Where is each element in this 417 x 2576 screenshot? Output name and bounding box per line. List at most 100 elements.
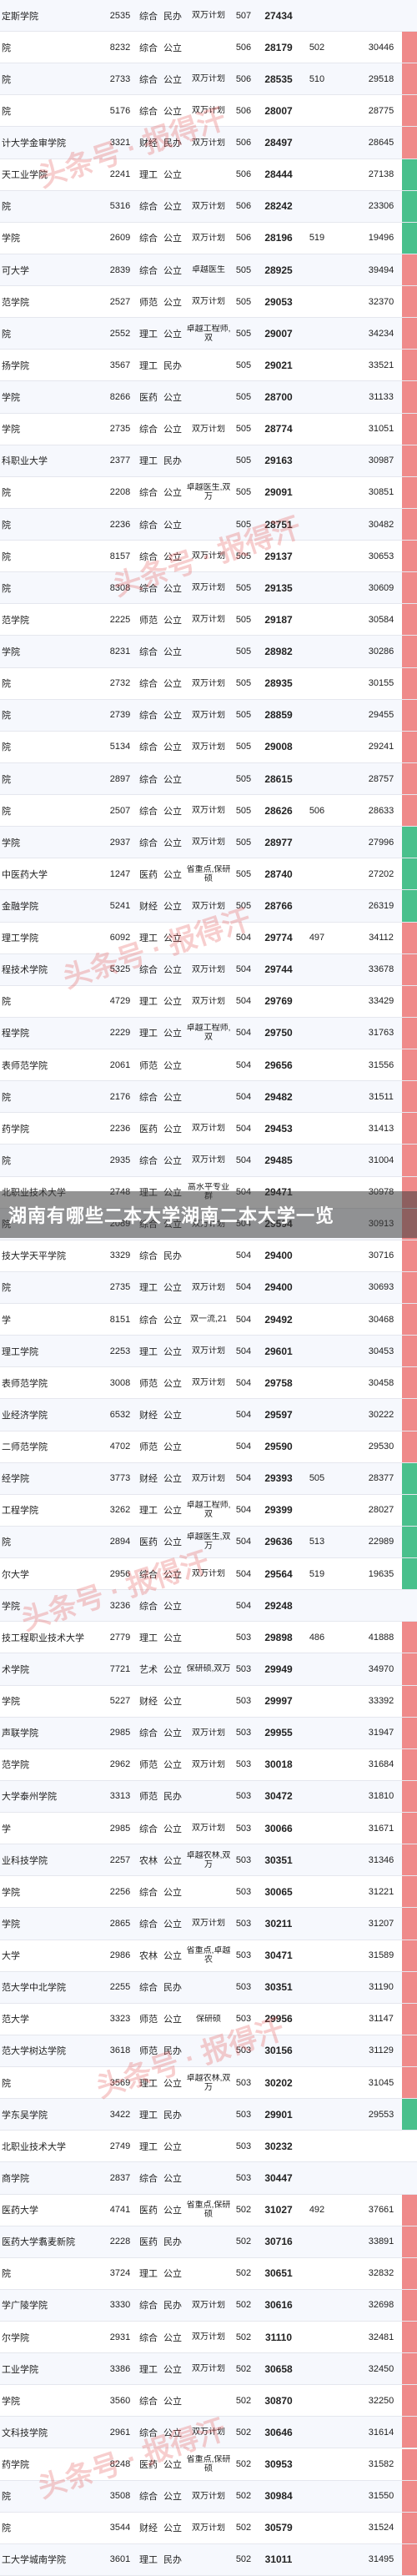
min-rank-cell: 29053 — [264, 295, 293, 308]
school-nature-cell: 公立 — [163, 1951, 182, 1962]
school-nature-cell: 民办 — [163, 1792, 182, 1803]
trend-flag — [402, 508, 417, 541]
min-rank-cell: 28766 — [264, 900, 293, 912]
min-score-cell: 504 — [235, 1568, 252, 1579]
school-type-cell: 师范 — [139, 297, 158, 308]
school-name-cell: 表师范学院 — [2, 1378, 48, 1389]
school-name-cell: 理工学院 — [2, 1346, 38, 1357]
prev-rank-cell: 33392 — [368, 1696, 394, 1707]
school-type-cell: 综合 — [139, 425, 158, 435]
prev-rank-cell: 29455 — [368, 710, 394, 721]
min-rank-cell: 30472 — [264, 1790, 293, 1803]
school-nature-cell: 公立 — [163, 1855, 182, 1866]
table-row: 院 8232 综合 公立 506 28179 502 30446 — [0, 32, 417, 64]
school-nature-cell: 公立 — [163, 2332, 182, 2343]
school-type-cell: 理工 — [139, 360, 158, 371]
school-name-cell: 院 — [2, 551, 11, 562]
min-score-cell: 504 — [235, 1123, 252, 1134]
table-row: 院 5134 综合 公立 双万计划 505 29008 29241 — [0, 731, 417, 763]
school-code-cell: 2779 — [109, 1632, 131, 1643]
school-tag-cell: 双万计划 — [192, 2300, 225, 2310]
table-row: 业科技学院 2257 农林 公立 卓越农林,双万 503 30351 31346 — [0, 1844, 417, 1877]
school-code-cell: 3330 — [109, 2300, 131, 2311]
school-code-cell: 2739 — [109, 710, 131, 721]
school-type-cell: 医药 — [139, 869, 158, 880]
table-row: 扬学院 3567 理工 民办 505 29021 33521 — [0, 350, 417, 382]
prev-rank-cell: 31556 — [368, 1059, 394, 1070]
school-type-cell: 综合 — [139, 1315, 158, 1326]
min-score-cell: 505 — [235, 678, 252, 689]
prev-rank-cell: 23306 — [368, 201, 394, 212]
school-type-cell: 综合 — [139, 583, 158, 594]
prev-rank-cell: 33521 — [368, 360, 394, 370]
school-type-cell: 综合 — [139, 2332, 158, 2343]
school-name-cell: 范大学中北学院 — [2, 1983, 66, 1994]
table-row: 科职业大学 2377 理工 民办 505 29163 30987 — [0, 445, 417, 477]
school-name-cell: 院 — [2, 1283, 11, 1294]
school-code-cell: 2985 — [109, 1728, 131, 1738]
min-score-cell: 506 — [235, 169, 252, 180]
school-tag-cell: 双万计划 — [192, 996, 225, 1006]
table-row: 经学院 3773 财经 公立 双万计划 504 29393 505 28377 — [0, 1462, 417, 1495]
prev-rank-cell: 32370 — [368, 296, 394, 307]
school-name-cell: 药学院 — [2, 2460, 29, 2471]
prev-rank-cell: 32832 — [368, 2268, 394, 2279]
trend-flag — [402, 953, 417, 985]
table-row: 术学院 7721 艺术 公立 保研硕,双万 503 29949 34970 — [0, 1653, 417, 1686]
school-code-cell: 2839 — [109, 264, 131, 275]
school-code-cell: 2931 — [109, 2332, 131, 2342]
table-row: 学 8151 综合 公立 双一流,21 504 29492 30468 — [0, 1304, 417, 1336]
prev-rank-cell: 29553 — [368, 2109, 394, 2120]
prev-rank-cell: 19635 — [368, 1568, 394, 1579]
prev-rank-cell: 29530 — [368, 1441, 394, 1452]
table-row: 院 2935 综合 公立 双万计划 504 29485 31004 — [0, 1145, 417, 1177]
min-rank-cell: 30202 — [264, 2076, 293, 2089]
school-nature-cell: 民办 — [163, 1251, 182, 1262]
school-name-cell: 业经济学院 — [2, 1410, 48, 1421]
min-rank-cell: 31011 — [264, 2553, 293, 2566]
prev-rank-cell: 30482 — [368, 519, 394, 530]
school-code-cell: 3508 — [109, 2491, 131, 2502]
school-type-cell: 财经 — [139, 1410, 158, 1421]
prev-score-cell: 506 — [309, 805, 325, 816]
min-score-cell: 502 — [235, 2300, 252, 2311]
school-nature-cell: 公立 — [163, 1092, 182, 1103]
prev-rank-cell: 28027 — [368, 1505, 394, 1516]
trend-flag — [402, 1431, 417, 1462]
school-type-cell: 医药 — [139, 1124, 158, 1135]
school-name-cell: 学院 — [2, 838, 20, 848]
trend-flag — [402, 2385, 417, 2417]
school-type-cell: 综合 — [139, 1092, 158, 1103]
table-row: 学院 2609 综合 公立 双万计划 506 28196 519 19496 — [0, 222, 417, 254]
school-type-cell: 理工 — [139, 1506, 158, 1517]
school-type-cell: 医药 — [139, 393, 158, 404]
prev-rank-cell: 31004 — [368, 1155, 394, 1165]
min-rank-cell: 30447 — [264, 2171, 293, 2184]
school-nature-cell: 公立 — [163, 265, 182, 276]
min-score-cell: 502 — [235, 2236, 252, 2247]
min-score-cell: 503 — [235, 2014, 252, 2025]
trend-flag — [402, 1971, 417, 2003]
school-code-cell: 5241 — [109, 901, 131, 911]
trend-flag — [402, 2448, 417, 2480]
prev-score-cell: 513 — [309, 1537, 325, 1547]
min-score-cell: 505 — [235, 360, 252, 370]
min-rank-cell: 29997 — [264, 1695, 293, 1708]
prev-rank-cell: 31221 — [368, 1886, 394, 1897]
trend-flag — [402, 1017, 417, 1049]
school-code-cell: 8248 — [109, 2459, 131, 2470]
table-row: 尔学院 2931 综合 公立 双万计划 502 31110 32481 — [0, 2322, 417, 2354]
trend-flag — [402, 762, 417, 795]
table-row: 院 8308 综合 公立 双万计划 505 29135 30609 — [0, 572, 417, 605]
school-nature-cell: 公立 — [163, 1506, 182, 1517]
school-tag-cell: 双万计划 — [192, 1759, 225, 1769]
school-name-cell: 理工学院 — [2, 933, 38, 944]
prev-rank-cell: 31413 — [368, 1123, 394, 1134]
trend-flag — [402, 1113, 417, 1145]
prev-rank-cell: 31582 — [368, 2459, 394, 2470]
min-score-cell: 503 — [235, 1696, 252, 1707]
school-name-cell: 院 — [2, 774, 11, 785]
table-row: 院 2897 综合 公立 505 28615 28757 — [0, 762, 417, 796]
trend-flag — [402, 858, 417, 890]
prev-rank-cell: 41888 — [368, 1632, 394, 1643]
